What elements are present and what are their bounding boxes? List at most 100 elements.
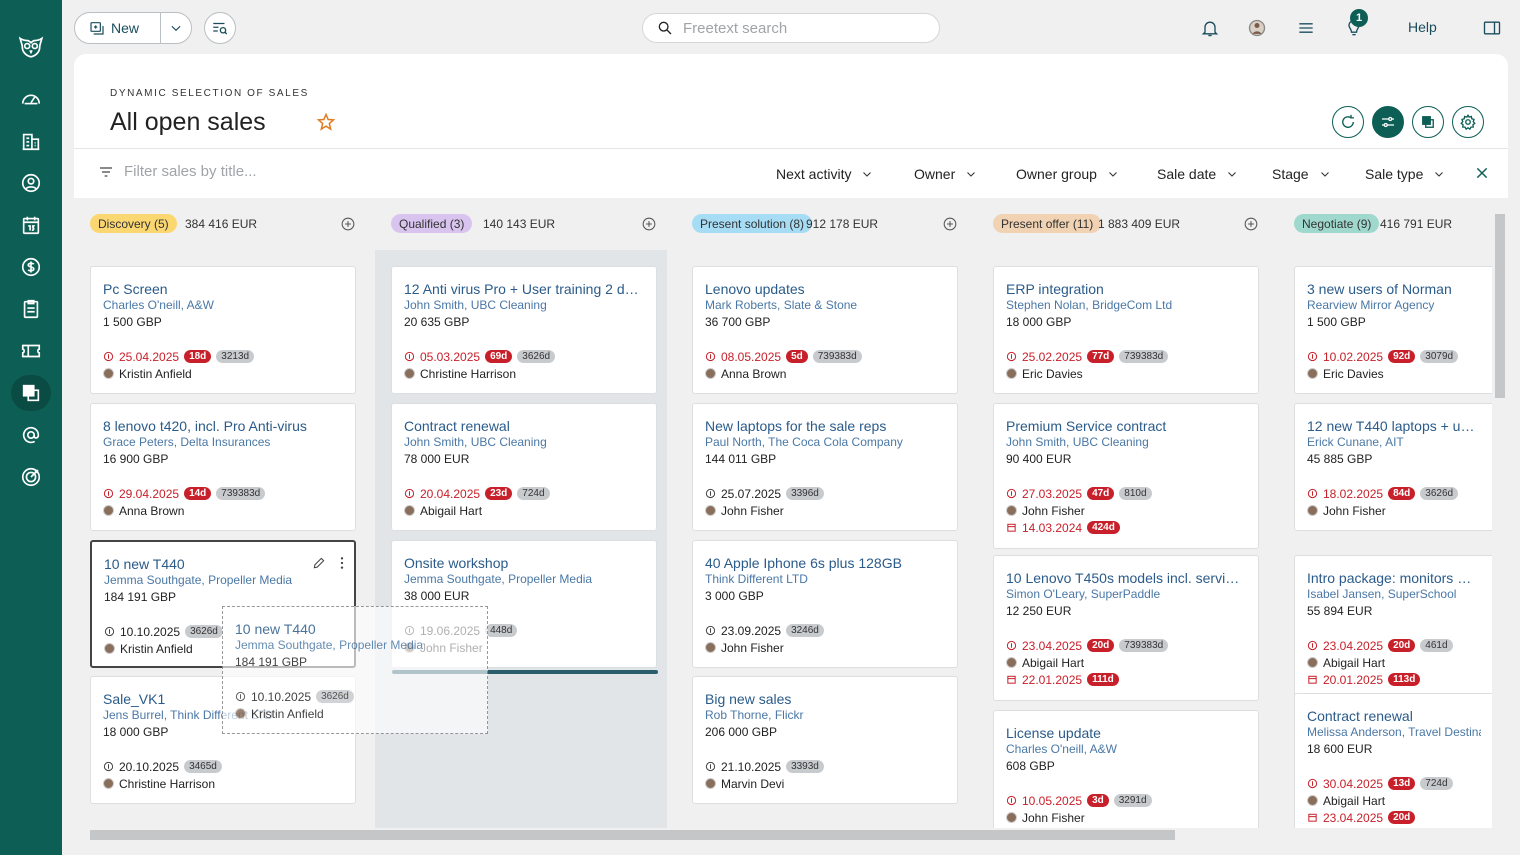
company-name[interactable]: Flickr [775, 708, 804, 722]
refresh-button[interactable] [1332, 106, 1364, 138]
sale-contact[interactable]: Think Different LTD [705, 571, 945, 588]
marketing-icon[interactable] [11, 417, 51, 453]
sale-card[interactable]: ERP integration Stephen Nolan, BridgeCom … [993, 266, 1259, 394]
new-dropdown-toggle[interactable] [161, 21, 191, 35]
company-name[interactable]: UBC Cleaning [471, 298, 547, 312]
sale-card[interactable]: Intro package: monitors + smartboardsIsa… [1294, 555, 1494, 701]
selections-icon[interactable] [11, 375, 51, 411]
contact-person[interactable]: John Smith [404, 298, 464, 312]
contact-person[interactable]: Melissa Anderson [1307, 725, 1402, 739]
search-queue-button[interactable] [204, 12, 236, 44]
company-name[interactable]: SuperSchool [1388, 587, 1457, 601]
edit-pencil-icon[interactable] [312, 556, 326, 575]
close-filters-icon[interactable] [1474, 165, 1490, 186]
sale-contact[interactable]: John Smith, UBC Cleaning [404, 297, 644, 314]
sale-contact[interactable]: Jemma Southgate, Propeller Media [104, 572, 342, 589]
sale-contact[interactable]: Paul North, The Coca Cola Company [705, 434, 945, 451]
contact-person[interactable]: Erick Cunane [1307, 435, 1379, 449]
company-name[interactable]: UBC Cleaning [471, 435, 547, 449]
new-button[interactable]: New [75, 13, 161, 43]
company-icon[interactable] [11, 123, 51, 159]
company-name[interactable]: UBC Cleaning [1073, 435, 1149, 449]
sale-title[interactable]: 10 Lenovo T450s models incl. service agr… [1006, 570, 1246, 586]
horizontal-scroll-thumb[interactable] [90, 830, 1175, 840]
sale-title[interactable]: 3 new users of Norman [1307, 281, 1481, 297]
side-panel-toggle-icon[interactable] [1480, 16, 1504, 40]
sale-card[interactable]: Premium Service contract John Smith, UBC … [993, 403, 1259, 549]
view-settings-button[interactable] [1372, 106, 1404, 138]
sale-card[interactable]: Contract renewal Melissa Anderson, Travel… [1294, 693, 1494, 839]
contact-person[interactable]: Jemma Southgate [104, 573, 201, 587]
sale-contact[interactable]: Jemma Southgate, Propeller Media [404, 571, 644, 588]
sale-title[interactable]: Onsite workshop [404, 555, 644, 571]
sale-contact[interactable]: John Smith, UBC Cleaning [1006, 434, 1246, 451]
contact-person[interactable]: Charles O'neill [103, 298, 181, 312]
sales-icon[interactable] [11, 249, 51, 285]
company-name[interactable]: Propeller Media [208, 573, 292, 587]
sale-contact[interactable]: Rearview Mirror Agency [1307, 297, 1481, 314]
company-name[interactable]: A&W [1090, 742, 1117, 756]
selection-settings-button[interactable] [1452, 106, 1484, 138]
sale-contact[interactable]: Simon O'Leary, SuperPaddle [1006, 586, 1246, 603]
company-name[interactable]: Think Different LTD [705, 572, 808, 586]
more-options-icon[interactable] [340, 556, 344, 575]
company-name[interactable]: A&W [187, 298, 214, 312]
dragged-card-ghost[interactable]: 10 new T440 Jemma Southgate, Propeller M… [222, 606, 488, 734]
sale-contact[interactable]: Rob Thorne, Flickr [705, 707, 945, 724]
menu-icon[interactable] [1294, 16, 1318, 40]
company-name[interactable]: AIT [1385, 435, 1404, 449]
vertical-scroll-thumb[interactable] [1495, 214, 1505, 398]
sale-card[interactable]: Big new sales Rob Thorne, Flickr 206 000 G… [692, 676, 958, 804]
search-input[interactable] [683, 19, 913, 37]
add-sale-icon[interactable] [943, 217, 957, 231]
sale-title[interactable]: Contract renewal [1307, 708, 1481, 724]
company-name[interactable]: Travel Destinations [1408, 725, 1481, 739]
target-icon[interactable] [11, 459, 51, 495]
sale-title[interactable]: Contract renewal [404, 418, 644, 434]
filter-stage[interactable]: Stage [1272, 166, 1331, 182]
sale-title[interactable]: New laptops for the sale reps [705, 418, 945, 434]
add-sale-icon[interactable] [1244, 217, 1258, 231]
sale-title[interactable]: ERP integration [1006, 281, 1246, 297]
sale-title[interactable]: 8 lenovo t420, incl. Pro Anti-virus [103, 418, 343, 434]
contact-person[interactable]: Jemma Southgate [404, 572, 501, 586]
sale-card[interactable]: Pc Screen Charles O'neill, A&W 1 500 GBP 25… [90, 266, 356, 394]
sale-card[interactable]: New laptops for the sale reps Paul North,… [692, 403, 958, 531]
sale-contact[interactable]: John Smith, UBC Cleaning [404, 434, 644, 451]
contact-person[interactable]: John Smith [1006, 435, 1066, 449]
contact-person[interactable]: Simon O'Leary [1006, 587, 1084, 601]
tickets-icon[interactable] [11, 333, 51, 369]
sale-title[interactable]: Big new sales [705, 691, 945, 707]
sale-title[interactable]: Premium Service contract [1006, 418, 1246, 434]
sale-contact[interactable]: Grace Peters, Delta Insurances [103, 434, 343, 451]
contact-person[interactable]: Grace Peters [103, 435, 174, 449]
sale-card[interactable]: 40 Apple Iphone 6s plus 128GB Think Diffe… [692, 540, 958, 668]
filter-sale-type[interactable]: Sale type [1365, 166, 1445, 182]
contact-person[interactable]: Mark Roberts [705, 298, 777, 312]
notifications-bell-icon[interactable] [1198, 16, 1222, 40]
contact-person[interactable]: John Smith [404, 435, 464, 449]
company-name[interactable]: Slate & Stone [784, 298, 857, 312]
company-name[interactable]: Propeller Media [508, 572, 592, 586]
sale-title[interactable]: 12 Anti virus Pro + User training 2 days [404, 281, 644, 297]
favorite-star-icon[interactable] [316, 112, 336, 137]
sale-title[interactable]: Lenovo updates [705, 281, 945, 297]
user-avatar[interactable] [1245, 16, 1269, 40]
contact-person[interactable]: Isabel Jansen [1307, 587, 1381, 601]
title-filter-input[interactable] [124, 163, 344, 180]
sale-title[interactable]: 40 Apple Iphone 6s plus 128GB [705, 555, 945, 571]
filter-owner-group[interactable]: Owner group [1016, 166, 1119, 182]
company-name[interactable]: Delta Insurances [180, 435, 270, 449]
sale-contact[interactable]: Charles O'neill, A&W [1006, 741, 1246, 758]
owl-logo-icon[interactable] [11, 28, 51, 64]
contact-icon[interactable] [11, 165, 51, 201]
selection-switch-button[interactable] [1412, 106, 1444, 138]
sale-card[interactable]: 3 new users of Norman Rearview Mirror Age… [1294, 266, 1494, 394]
projects-icon[interactable] [11, 291, 51, 327]
sale-title[interactable]: 12 new T440 laptops + usertraining [1307, 418, 1481, 434]
sale-card[interactable]: 10 Lenovo T450s models incl. service agr… [993, 555, 1259, 701]
company-name[interactable]: BridgeCom Ltd [1092, 298, 1172, 312]
company-name[interactable]: The Coca Cola Company [768, 435, 903, 449]
company-name[interactable]: SuperPaddle [1091, 587, 1160, 601]
add-sale-icon[interactable] [642, 217, 656, 231]
